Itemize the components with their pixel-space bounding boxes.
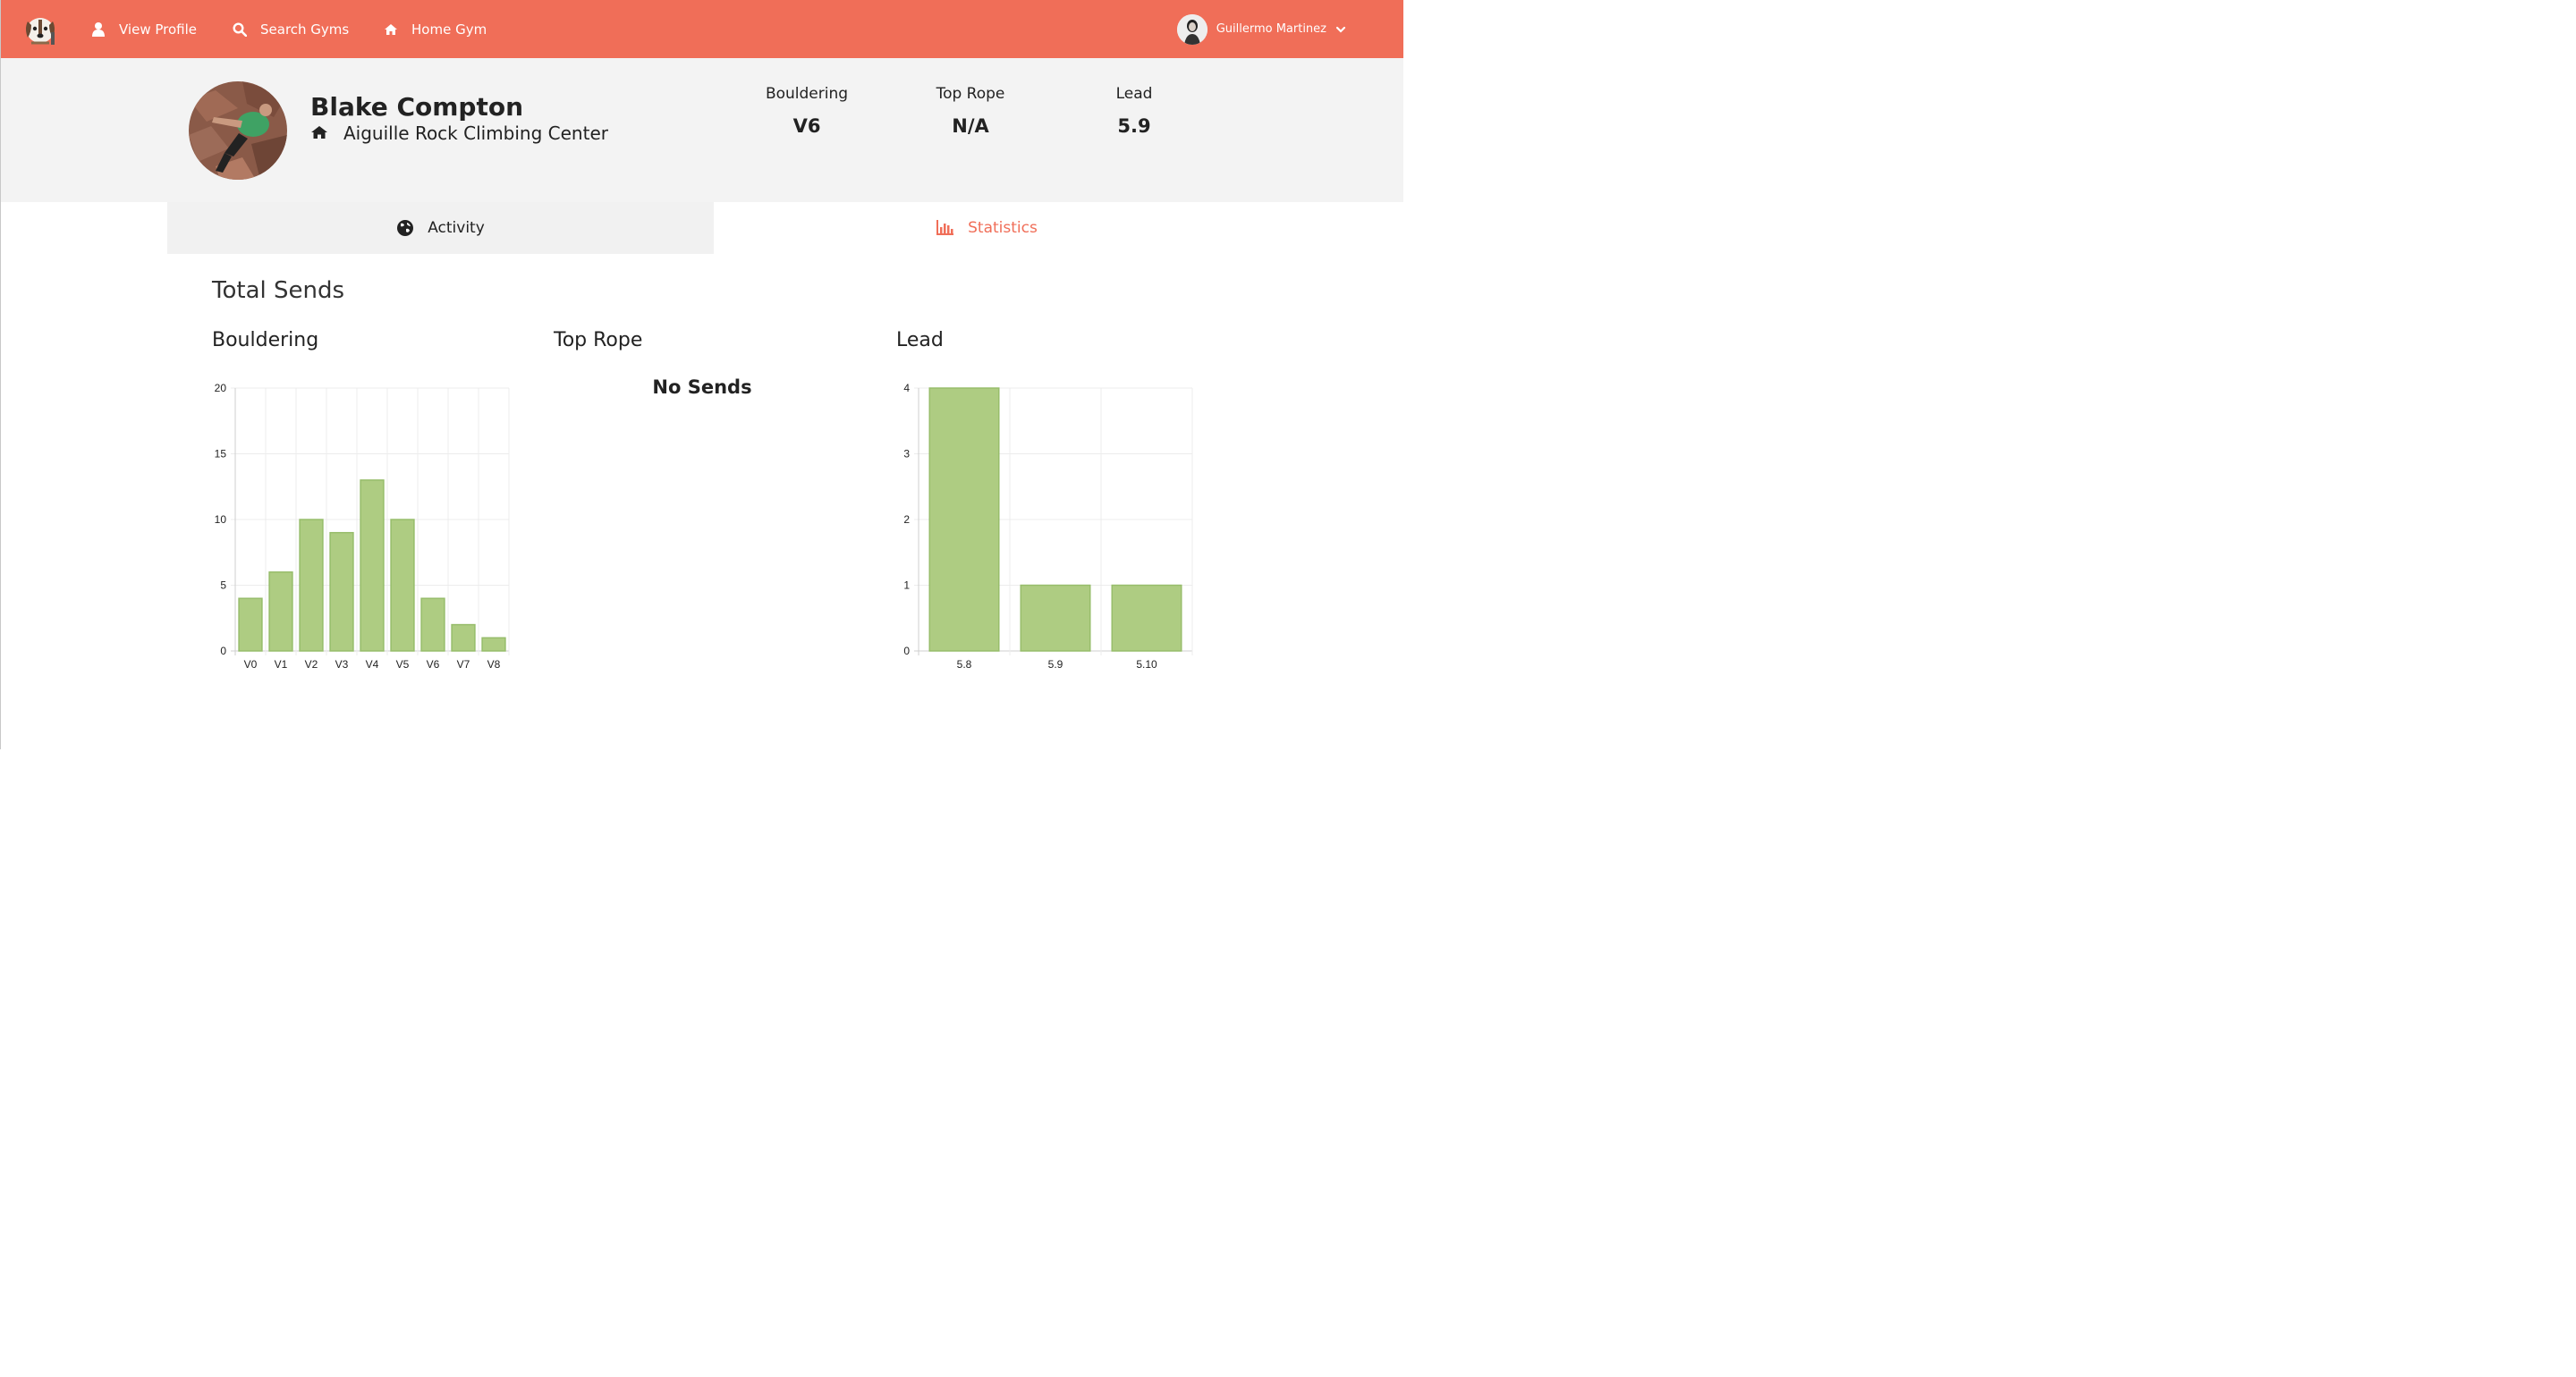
bouldering-bar: [481, 637, 506, 652]
grade-bouldering: Bouldering V6: [744, 85, 869, 137]
grade-label: Lead: [1115, 85, 1153, 103]
lead-x-tick-label: 5.9: [1048, 658, 1063, 671]
nav-search-gyms[interactable]: Search Gyms: [232, 0, 349, 58]
tab-activity[interactable]: Activity: [167, 202, 714, 254]
lead-y-tick-label: 1: [903, 579, 910, 592]
grade-value: 5.9: [1117, 115, 1151, 137]
bouldering-x-tick-label: V1: [275, 658, 288, 671]
lead-bar: [1020, 584, 1091, 652]
chart-title-bouldering: Bouldering: [212, 329, 319, 351]
lead-chart-svg: 0 1 2 3 4 5.8 5.9 5.10: [903, 382, 1193, 671]
grade-lead: Lead 5.9: [1072, 85, 1197, 137]
bouldering-x-tick-label: V3: [335, 658, 349, 671]
nav-view-profile-label: View Profile: [119, 21, 198, 38]
tab-statistics-label: Statistics: [968, 219, 1038, 237]
bouldering-bar: [238, 597, 263, 652]
profile-header: Blake Compton Aiguille Rock Climbing Cen…: [1, 58, 1403, 202]
bouldering-x-tick-label: V0: [244, 658, 258, 671]
nav-search-gyms-label: Search Gyms: [260, 21, 350, 38]
bouldering-x-tick-label: V8: [487, 658, 501, 671]
home-gym[interactable]: Aiguille Rock Climbing Center: [310, 122, 608, 144]
bouldering-bar: [360, 479, 385, 652]
profile-name: Blake Compton: [310, 92, 523, 122]
lead-chart: 0 1 2 3 4 5.8 5.9 5.10: [886, 379, 1196, 674]
lead-y-tick-label: 2: [903, 513, 910, 526]
bouldering-bar: [329, 531, 354, 652]
grade-label: Top Rope: [936, 85, 1005, 103]
lead-x-tick-label: 5.8: [957, 658, 972, 671]
nav-home-gym[interactable]: Home Gym: [383, 0, 487, 58]
chevron-down-icon: [1335, 24, 1346, 35]
user-name: Guillermo Martinez: [1216, 22, 1326, 36]
bouldering-bar: [451, 623, 476, 652]
bar-chart-icon: [936, 219, 954, 237]
empty-message: No Sends: [652, 376, 752, 398]
bouldering-x-tick-label: V4: [366, 658, 379, 671]
nav-view-profile[interactable]: View Profile: [90, 0, 197, 58]
bouldering-y-tick-label: 15: [215, 448, 227, 460]
home-icon: [310, 125, 328, 141]
bouldering-x-tick-label: V5: [396, 658, 410, 671]
dog-logo-icon[interactable]: [22, 13, 60, 46]
bouldering-bar: [299, 519, 324, 652]
bouldering-y-tick-label: 0: [220, 645, 226, 657]
bouldering-bar: [268, 571, 293, 652]
navbar: View Profile Search Gyms Home Gym Guille…: [1, 0, 1403, 58]
user-icon: [90, 21, 106, 38]
user-avatar: [1176, 13, 1208, 45]
user-menu[interactable]: Guillermo Martinez: [1176, 0, 1346, 58]
grade-value: N/A: [952, 115, 989, 137]
grade-label: Bouldering: [765, 85, 849, 103]
lead-y-tick-label: 3: [903, 448, 910, 460]
profile-photo: [189, 81, 287, 180]
bouldering-y-tick-label: 20: [215, 382, 227, 394]
tab-statistics[interactable]: Statistics: [714, 202, 1260, 254]
bouldering-y-tick-label: 10: [215, 513, 227, 526]
lead-y-tick-label: 4: [903, 382, 910, 394]
bouldering-x-tick-label: V7: [457, 658, 470, 671]
lead-y-tick-label: 0: [903, 645, 910, 657]
bouldering-bar: [390, 519, 415, 652]
grade-top-rope: Top Rope N/A: [908, 85, 1033, 137]
bouldering-bar: [420, 597, 445, 652]
search-icon: [232, 21, 248, 38]
bouldering-x-tick-label: V6: [427, 658, 440, 671]
section-title: Total Sends: [212, 277, 345, 304]
lead-bar: [928, 387, 1000, 652]
nav-home-gym-label: Home Gym: [411, 21, 487, 38]
bouldering-chart: 0 5 10 15 20 V0 V1 V2 V3 V4 V5 V6 V7 V8: [203, 379, 513, 674]
home-gym-name: Aiguille Rock Climbing Center: [343, 122, 608, 144]
home-icon: [383, 21, 399, 38]
lead-bar: [1111, 584, 1182, 652]
tab-activity-label: Activity: [428, 219, 485, 237]
bouldering-x-tick-label: V2: [305, 658, 318, 671]
grade-value: V6: [792, 115, 821, 137]
lead-x-tick-label: 5.10: [1136, 658, 1157, 671]
chart-title-top-rope: Top Rope: [554, 329, 643, 351]
chart-title-lead: Lead: [896, 329, 944, 351]
globe-icon: [396, 219, 414, 237]
bouldering-y-tick-label: 5: [220, 579, 226, 592]
bouldering-chart-svg: 0 5 10 15 20 V0 V1 V2 V3 V4 V5 V6 V7 V8: [215, 382, 510, 671]
